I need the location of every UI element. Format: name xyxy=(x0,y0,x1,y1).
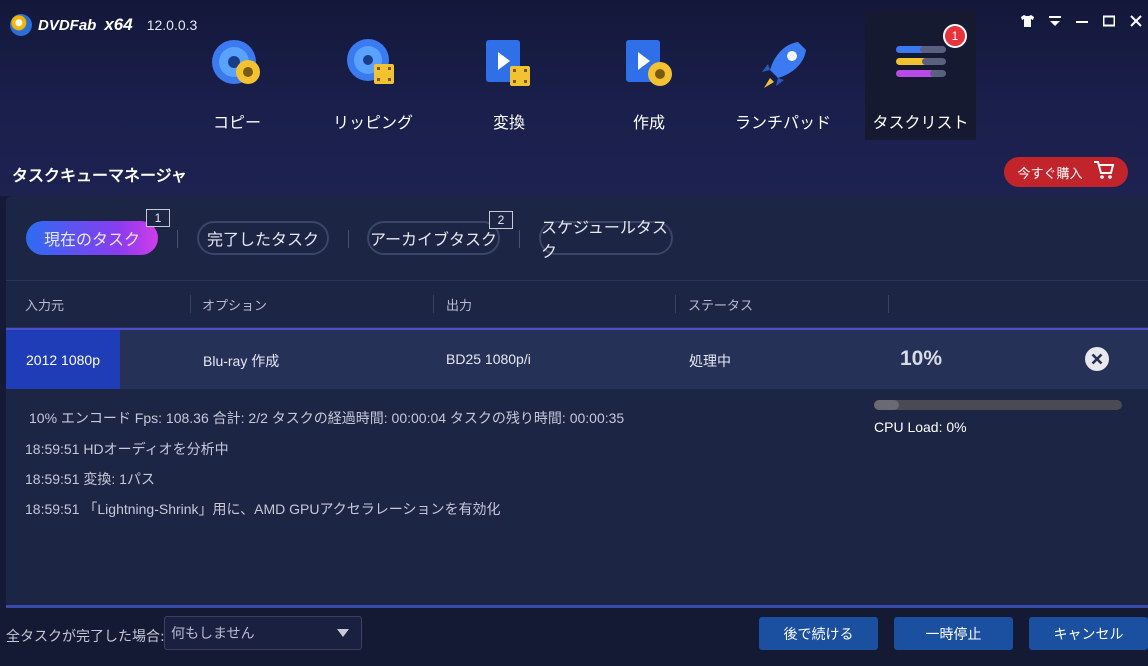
nav-copy[interactable]: コピー xyxy=(182,10,292,140)
cart-icon xyxy=(1093,160,1115,184)
on-complete-select[interactable]: 何もしません xyxy=(164,616,362,650)
continue-later-button[interactable]: 後で続ける xyxy=(759,617,878,650)
main-nav: コピー リッピング 変換 作成 ランチパッド タスクリスト 1 xyxy=(0,10,1148,140)
nav-task-list[interactable]: タスクリスト 1 xyxy=(865,10,976,140)
column-separator xyxy=(433,295,434,313)
log-line: 18:59:51 変換: 1パス xyxy=(25,471,155,487)
nav-ripper[interactable]: リッピング xyxy=(318,10,428,140)
column-separator xyxy=(675,295,676,313)
nav-label: ランチパッド xyxy=(734,113,831,132)
nav-launchpad[interactable]: ランチパッド xyxy=(728,10,838,140)
tab-label: 完了したタスク xyxy=(206,230,319,249)
column-header-source: 入力元 xyxy=(25,299,65,314)
on-complete-value: 何もしません xyxy=(171,626,255,642)
chevron-down-icon xyxy=(337,629,349,637)
column-separator xyxy=(190,295,191,313)
disc-creator-icon xyxy=(620,36,678,94)
page-title: タスクキューマネージャ xyxy=(12,166,187,185)
pause-button[interactable]: 一時停止 xyxy=(894,617,1013,650)
task-option: Blu-ray 作成 xyxy=(203,353,280,369)
tab-archived-tasks[interactable]: アーカイブタスク 2 xyxy=(367,211,513,255)
tab-completed-tasks[interactable]: 完了したタスク xyxy=(197,221,329,255)
task-percent: 10% xyxy=(900,347,943,370)
table-row[interactable]: 2012 1080p Blu-ray 作成 BD25 1080p/i 処理中 1… xyxy=(6,328,1148,389)
tab-label: 現在のタスク xyxy=(43,230,140,249)
task-output: BD25 1080p/i xyxy=(446,351,531,367)
remove-task-button[interactable] xyxy=(1085,347,1109,371)
cpu-load: CPU Load: 0% xyxy=(874,419,967,435)
tab-badge: 2 xyxy=(489,211,513,229)
table-header: 入力元 オプション 出力 ステータス xyxy=(6,280,1148,328)
nav-label: 作成 xyxy=(632,113,665,132)
log-line: 10% エンコード Fps: 108.36 合計: 2/2 タスクの経過時間: … xyxy=(29,410,625,426)
task-count-badge: 1 xyxy=(943,24,967,48)
cancel-button[interactable]: キャンセル xyxy=(1029,617,1148,650)
progress-bar xyxy=(874,400,1122,410)
close-icon xyxy=(1091,353,1103,365)
task-list-icon xyxy=(892,36,950,94)
tab-scheduled-tasks[interactable]: スケジュールタスク xyxy=(539,218,673,261)
on-complete-label: 全タスクが完了した場合: xyxy=(6,629,165,645)
rocket-icon xyxy=(754,36,812,94)
column-header-output: 出力 xyxy=(446,299,473,314)
disc-copy-icon xyxy=(208,36,266,94)
tab-separator xyxy=(348,230,349,248)
buy-now-label: 今すぐ購入 xyxy=(1017,166,1083,182)
nav-creator[interactable]: 作成 xyxy=(594,10,704,140)
task-status: 処理中 xyxy=(689,353,731,369)
nav-label: 変換 xyxy=(492,113,525,132)
tab-separator xyxy=(519,230,520,248)
log-line: 18:59:51 「Lightning-Shrink」用に、AMD GPUアクセ… xyxy=(25,501,501,517)
nav-label: タスクリスト xyxy=(872,113,969,132)
column-separator xyxy=(888,295,889,313)
task-source: 2012 1080p xyxy=(6,330,120,389)
footer-bar: 全タスクが完了した場合: 何もしません 後で続ける 一時停止 キャンセル xyxy=(0,608,1148,666)
progress-fill xyxy=(874,400,899,410)
nav-converter[interactable]: 変換 xyxy=(454,10,564,140)
column-header-status: ステータス xyxy=(688,299,754,314)
tab-badge: 1 xyxy=(146,209,170,227)
nav-label: リッピング xyxy=(332,113,413,132)
column-header-option: オプション xyxy=(202,299,268,314)
tab-current-tasks[interactable]: 現在のタスク 1 xyxy=(26,209,170,255)
log-line: 18:59:51 HDオーディオを分析中 xyxy=(25,441,229,457)
video-converter-icon xyxy=(480,36,538,94)
tab-label: アーカイブタスク xyxy=(369,230,498,249)
task-panel: 現在のタスク 1 完了したタスク アーカイブタスク 2 スケジュールタスク 入力… xyxy=(6,196,1148,608)
tab-label: スケジュールタスク xyxy=(541,218,668,261)
disc-ripper-icon xyxy=(344,36,402,94)
tab-separator xyxy=(177,230,178,248)
header-area: DVDFab x64 12.0.0.3 コピー リッピング 変換 作成 ランチパ… xyxy=(0,0,1148,196)
buy-now-button[interactable]: 今すぐ購入 xyxy=(1004,157,1128,187)
nav-label: コピー xyxy=(212,113,261,132)
